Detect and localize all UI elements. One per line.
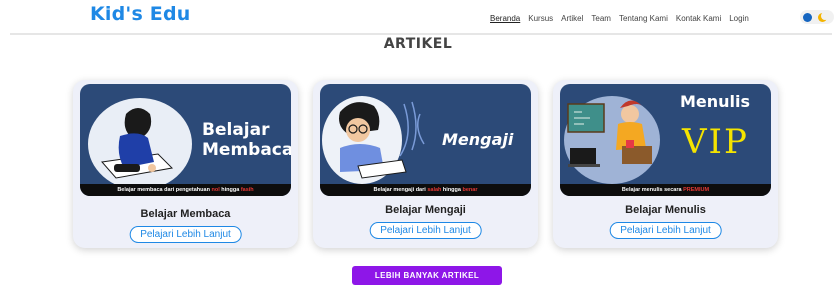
nav-item-kontak-kami[interactable]: Kontak Kami [676, 14, 721, 23]
article-image-caption: Belajar menulis secara PREMIUM [560, 184, 771, 196]
article-image-mengaji[interactable]: Mengaji Belajar mengaji dari salah hingg… [320, 84, 531, 196]
article-image-heading: Menulis [680, 92, 751, 111]
learn-more-button[interactable]: Pelajari Lebih Lanjut [129, 226, 242, 243]
nav-divider [10, 33, 832, 35]
sun-toggle-icon [803, 12, 812, 22]
article-card-menulis[interactable]: Menulis VIP Belajar menulis secara PREMI… [553, 80, 778, 248]
article-title: Belajar Membaca [140, 208, 231, 220]
article-card-mengaji[interactable]: Mengaji Belajar mengaji dari salah hingg… [313, 80, 538, 248]
nav-item-team[interactable]: Team [591, 14, 611, 23]
nav-item-beranda[interactable]: Beranda [490, 14, 520, 23]
article-image-membaca[interactable]: Belajar Membaca Belajar membaca dari pen… [80, 84, 291, 196]
article-image-heading: Belajar Membaca [202, 120, 291, 160]
nav-item-login[interactable]: Login [729, 14, 749, 23]
brand-logo[interactable]: Kid's Edu [90, 3, 190, 25]
theme-toggle[interactable] [800, 10, 834, 24]
article-image-caption: Belajar mengaji dari salah hingga benar [320, 184, 531, 196]
more-articles-button[interactable]: LEBIH BANYAK ARTIKEL [352, 266, 502, 285]
article-card-membaca[interactable]: Belajar Membaca Belajar membaca dari pen… [73, 80, 298, 248]
nav-item-artikel[interactable]: Artikel [561, 14, 583, 23]
article-image-menulis[interactable]: Menulis VIP Belajar menulis secara PREMI… [560, 84, 771, 196]
article-image-caption: Belajar membaca dari pengetahuan nol hin… [80, 184, 291, 196]
section-title: ARTIKEL [383, 36, 453, 52]
nav-links: Beranda Kursus Artikel Team Tentang Kami… [490, 14, 757, 23]
navbar: Kid's Edu Beranda Kursus Artikel Team Te… [0, 0, 836, 32]
article-image-heading: Mengaji [442, 130, 514, 149]
article-image-vip-label: VIP [682, 122, 749, 162]
learn-more-button[interactable]: Pelajari Lebih Lanjut [609, 222, 722, 239]
nav-item-tentang-kami[interactable]: Tentang Kami [619, 14, 668, 23]
nav-item-kursus[interactable]: Kursus [528, 14, 553, 23]
article-title: Belajar Menulis [625, 204, 706, 216]
moon-icon [818, 11, 829, 22]
article-title: Belajar Mengaji [385, 204, 466, 216]
learn-more-button[interactable]: Pelajari Lebih Lanjut [369, 222, 482, 239]
